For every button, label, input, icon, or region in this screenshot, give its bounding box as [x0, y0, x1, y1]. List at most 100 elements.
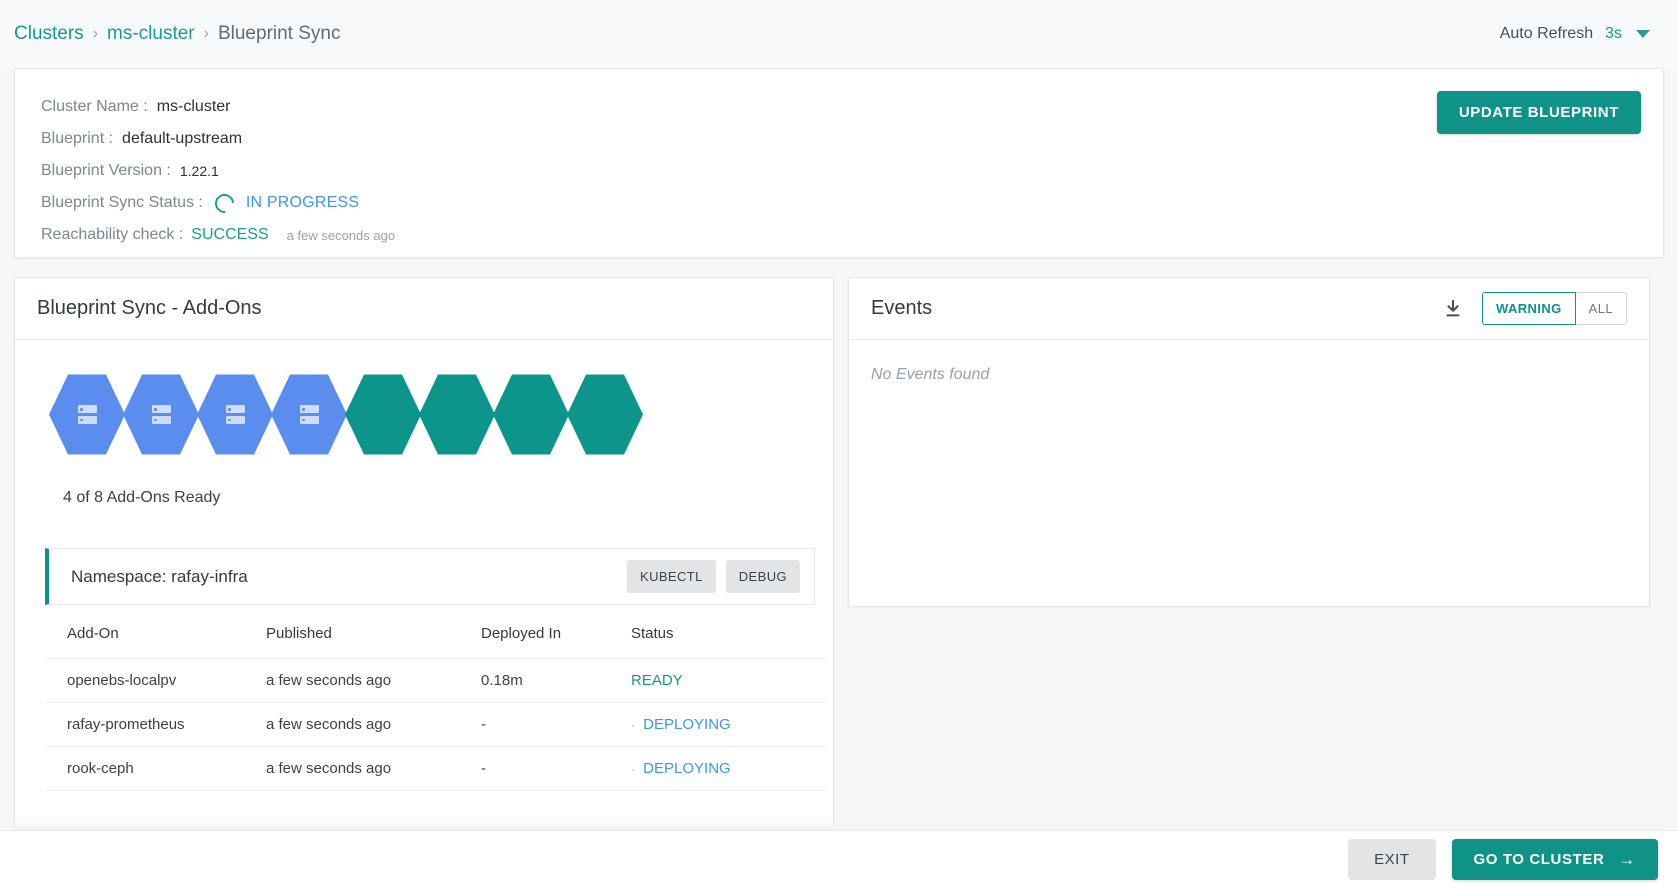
table-row[interactable]: openebs-localpv a few seconds ago 0.18m … [45, 658, 825, 703]
breadcrumb-item-clusters[interactable]: Clusters [14, 23, 84, 45]
table-row[interactable]: rafay-prometheus a few seconds ago - · D… [45, 702, 825, 747]
server-rack-icon [299, 405, 319, 424]
server-rack-icon [77, 405, 97, 424]
go-to-cluster-button[interactable]: GO TO CLUSTER → [1451, 839, 1658, 880]
namespace-block: Namespace: rafay-infra KUBECTL DEBUG Add… [45, 548, 825, 791]
events-filter-warning[interactable]: WARNING [1482, 292, 1576, 325]
addon-hex-ready[interactable] [345, 374, 421, 455]
blueprint-label: Blueprint : [41, 130, 114, 147]
events-card-title: Events [871, 297, 933, 319]
addon-hex-row [49, 372, 833, 457]
events-body: No Events found [849, 340, 1649, 410]
cluster-info-card: Cluster Name : ms-cluster Blueprint : de… [14, 68, 1664, 258]
namespace-actions: KUBECTL DEBUG [627, 560, 800, 593]
addon-hex-deploying[interactable] [49, 374, 125, 455]
addons-table-body: openebs-localpv a few seconds ago 0.18m … [45, 658, 825, 791]
breadcrumb-item-ms-cluster[interactable]: ms-cluster [107, 23, 195, 45]
cluster-name-value: ms-cluster [156, 98, 231, 115]
column-header-deployed-in: Deployed In [475, 605, 625, 659]
namespace-title: Namespace: rafay-infra [71, 566, 248, 586]
addons-column: Blueprint Sync - Add-Ons 4 of 8 Add-Ons … [14, 277, 834, 840]
cell-status: · DEPLOYING [625, 702, 825, 747]
cell-status: · DEPLOYING [625, 746, 825, 791]
table-row[interactable]: rook-ceph a few seconds ago - · DEPLOYIN… [45, 746, 825, 791]
arrow-right-icon: → [1618, 850, 1636, 869]
kubectl-button[interactable]: KUBECTL [627, 560, 716, 593]
blueprint-version-value: 1.22.1 [179, 163, 219, 179]
column-header-addon: Add-On [45, 605, 260, 659]
events-filter-all[interactable]: ALL [1575, 292, 1627, 325]
info-row-blueprint: Blueprint : default-upstream [41, 123, 1637, 155]
events-filter-group: WARNING ALL [1482, 292, 1627, 325]
addon-hex-deploying[interactable] [197, 374, 273, 455]
info-row-blueprint-version: Blueprint Version : 1.22.1 [41, 155, 1637, 187]
info-row-cluster-name: Cluster Name : ms-cluster [41, 91, 1637, 123]
addons-table: Add-On Published Deployed In Status open… [45, 605, 825, 791]
cell-addon-name: rafay-prometheus [45, 702, 260, 747]
addon-hex-deploying[interactable] [271, 374, 347, 455]
blueprint-value: default-upstream [122, 130, 243, 147]
info-row-sync-status: Blueprint Sync Status : IN PROGRESS [41, 187, 1637, 219]
download-icon[interactable] [1442, 298, 1464, 320]
blueprint-sync-addons-card: Blueprint Sync - Add-Ons 4 of 8 Add-Ons … [14, 277, 834, 840]
breadcrumb-item-current: Blueprint Sync [217, 23, 341, 44]
breadcrumb-separator-icon: › [203, 25, 209, 42]
auto-refresh-label: Auto Refresh [1499, 25, 1594, 42]
status-dot-icon: · [631, 761, 635, 776]
go-to-cluster-label: GO TO CLUSTER [1473, 851, 1605, 868]
reachability-timestamp: a few seconds ago [286, 227, 396, 243]
info-row-reachability: Reachability check : SUCCESS a few secon… [41, 219, 1637, 251]
exit-button[interactable]: EXIT [1348, 839, 1436, 880]
blueprint-sync-page: Clusters › ms-cluster › Blueprint Sync A… [0, 0, 1678, 888]
column-header-published: Published [260, 605, 475, 659]
column-header-status: Status [625, 605, 825, 659]
status-badge: DEPLOYING [643, 759, 731, 777]
loading-spinner-icon [210, 189, 238, 217]
events-toolbar: WARNING ALL [1442, 292, 1627, 325]
status-dot-icon: · [631, 717, 635, 732]
auto-refresh-value: 3s [1605, 25, 1622, 42]
sync-status-value: IN PROGRESS [245, 194, 360, 211]
cell-published: a few seconds ago [260, 702, 475, 747]
addon-hex-ready[interactable] [419, 374, 495, 455]
addon-hex-ready[interactable] [493, 374, 569, 455]
addons-ready-count: 4 of 8 Add-Ons Ready [63, 489, 221, 506]
addons-card-header: Blueprint Sync - Add-Ons [15, 278, 833, 340]
blueprint-version-label: Blueprint Version : [41, 162, 171, 179]
reachability-label: Reachability check : [41, 226, 184, 243]
cell-deployed-in: - [475, 746, 625, 791]
events-column: Events WARNING ALL No Events found [848, 277, 1650, 607]
top-bar: Clusters › ms-cluster › Blueprint Sync A… [0, 0, 1678, 68]
events-empty-message: No Events found [871, 366, 990, 383]
status-badge: READY [631, 671, 683, 689]
events-card: Events WARNING ALL No Events found [848, 277, 1650, 607]
cell-published: a few seconds ago [260, 746, 475, 791]
debug-button[interactable]: DEBUG [725, 560, 800, 593]
breadcrumb: Clusters › ms-cluster › Blueprint Sync [14, 23, 340, 45]
breadcrumb-separator-icon: › [92, 25, 99, 42]
footer-bar: EXIT GO TO CLUSTER → [0, 830, 1678, 888]
cluster-name-label: Cluster Name : [41, 98, 148, 115]
addons-table-head: Add-On Published Deployed In Status [45, 605, 825, 659]
server-rack-icon [151, 405, 171, 424]
addon-hex-grid [15, 340, 833, 457]
auto-refresh-control[interactable]: Auto Refresh 3s [1500, 25, 1650, 43]
cell-published: a few seconds ago [260, 658, 475, 703]
addon-hex-ready[interactable] [567, 374, 643, 455]
events-card-header: Events WARNING ALL [849, 278, 1649, 340]
server-rack-icon [225, 405, 245, 424]
update-blueprint-button[interactable]: UPDATE BLUEPRINT [1436, 91, 1641, 134]
addons-card-title: Blueprint Sync - Add-Ons [37, 297, 262, 319]
cell-deployed-in: 0.18m [475, 658, 625, 703]
cell-addon-name: rook-ceph [45, 746, 260, 791]
chevron-down-icon[interactable] [1636, 30, 1650, 38]
cell-deployed-in: - [475, 702, 625, 747]
status-badge: DEPLOYING [643, 715, 731, 733]
table-header-row: Add-On Published Deployed In Status [45, 605, 825, 659]
namespace-header: Namespace: rafay-infra KUBECTL DEBUG [45, 548, 815, 605]
addon-hex-deploying[interactable] [123, 374, 199, 455]
main-columns: Blueprint Sync - Add-Ons 4 of 8 Add-Ons … [0, 258, 1678, 840]
cell-status: READY [625, 658, 825, 703]
sync-status-label: Blueprint Sync Status : [41, 194, 203, 211]
cell-addon-name: openebs-localpv [45, 658, 260, 703]
